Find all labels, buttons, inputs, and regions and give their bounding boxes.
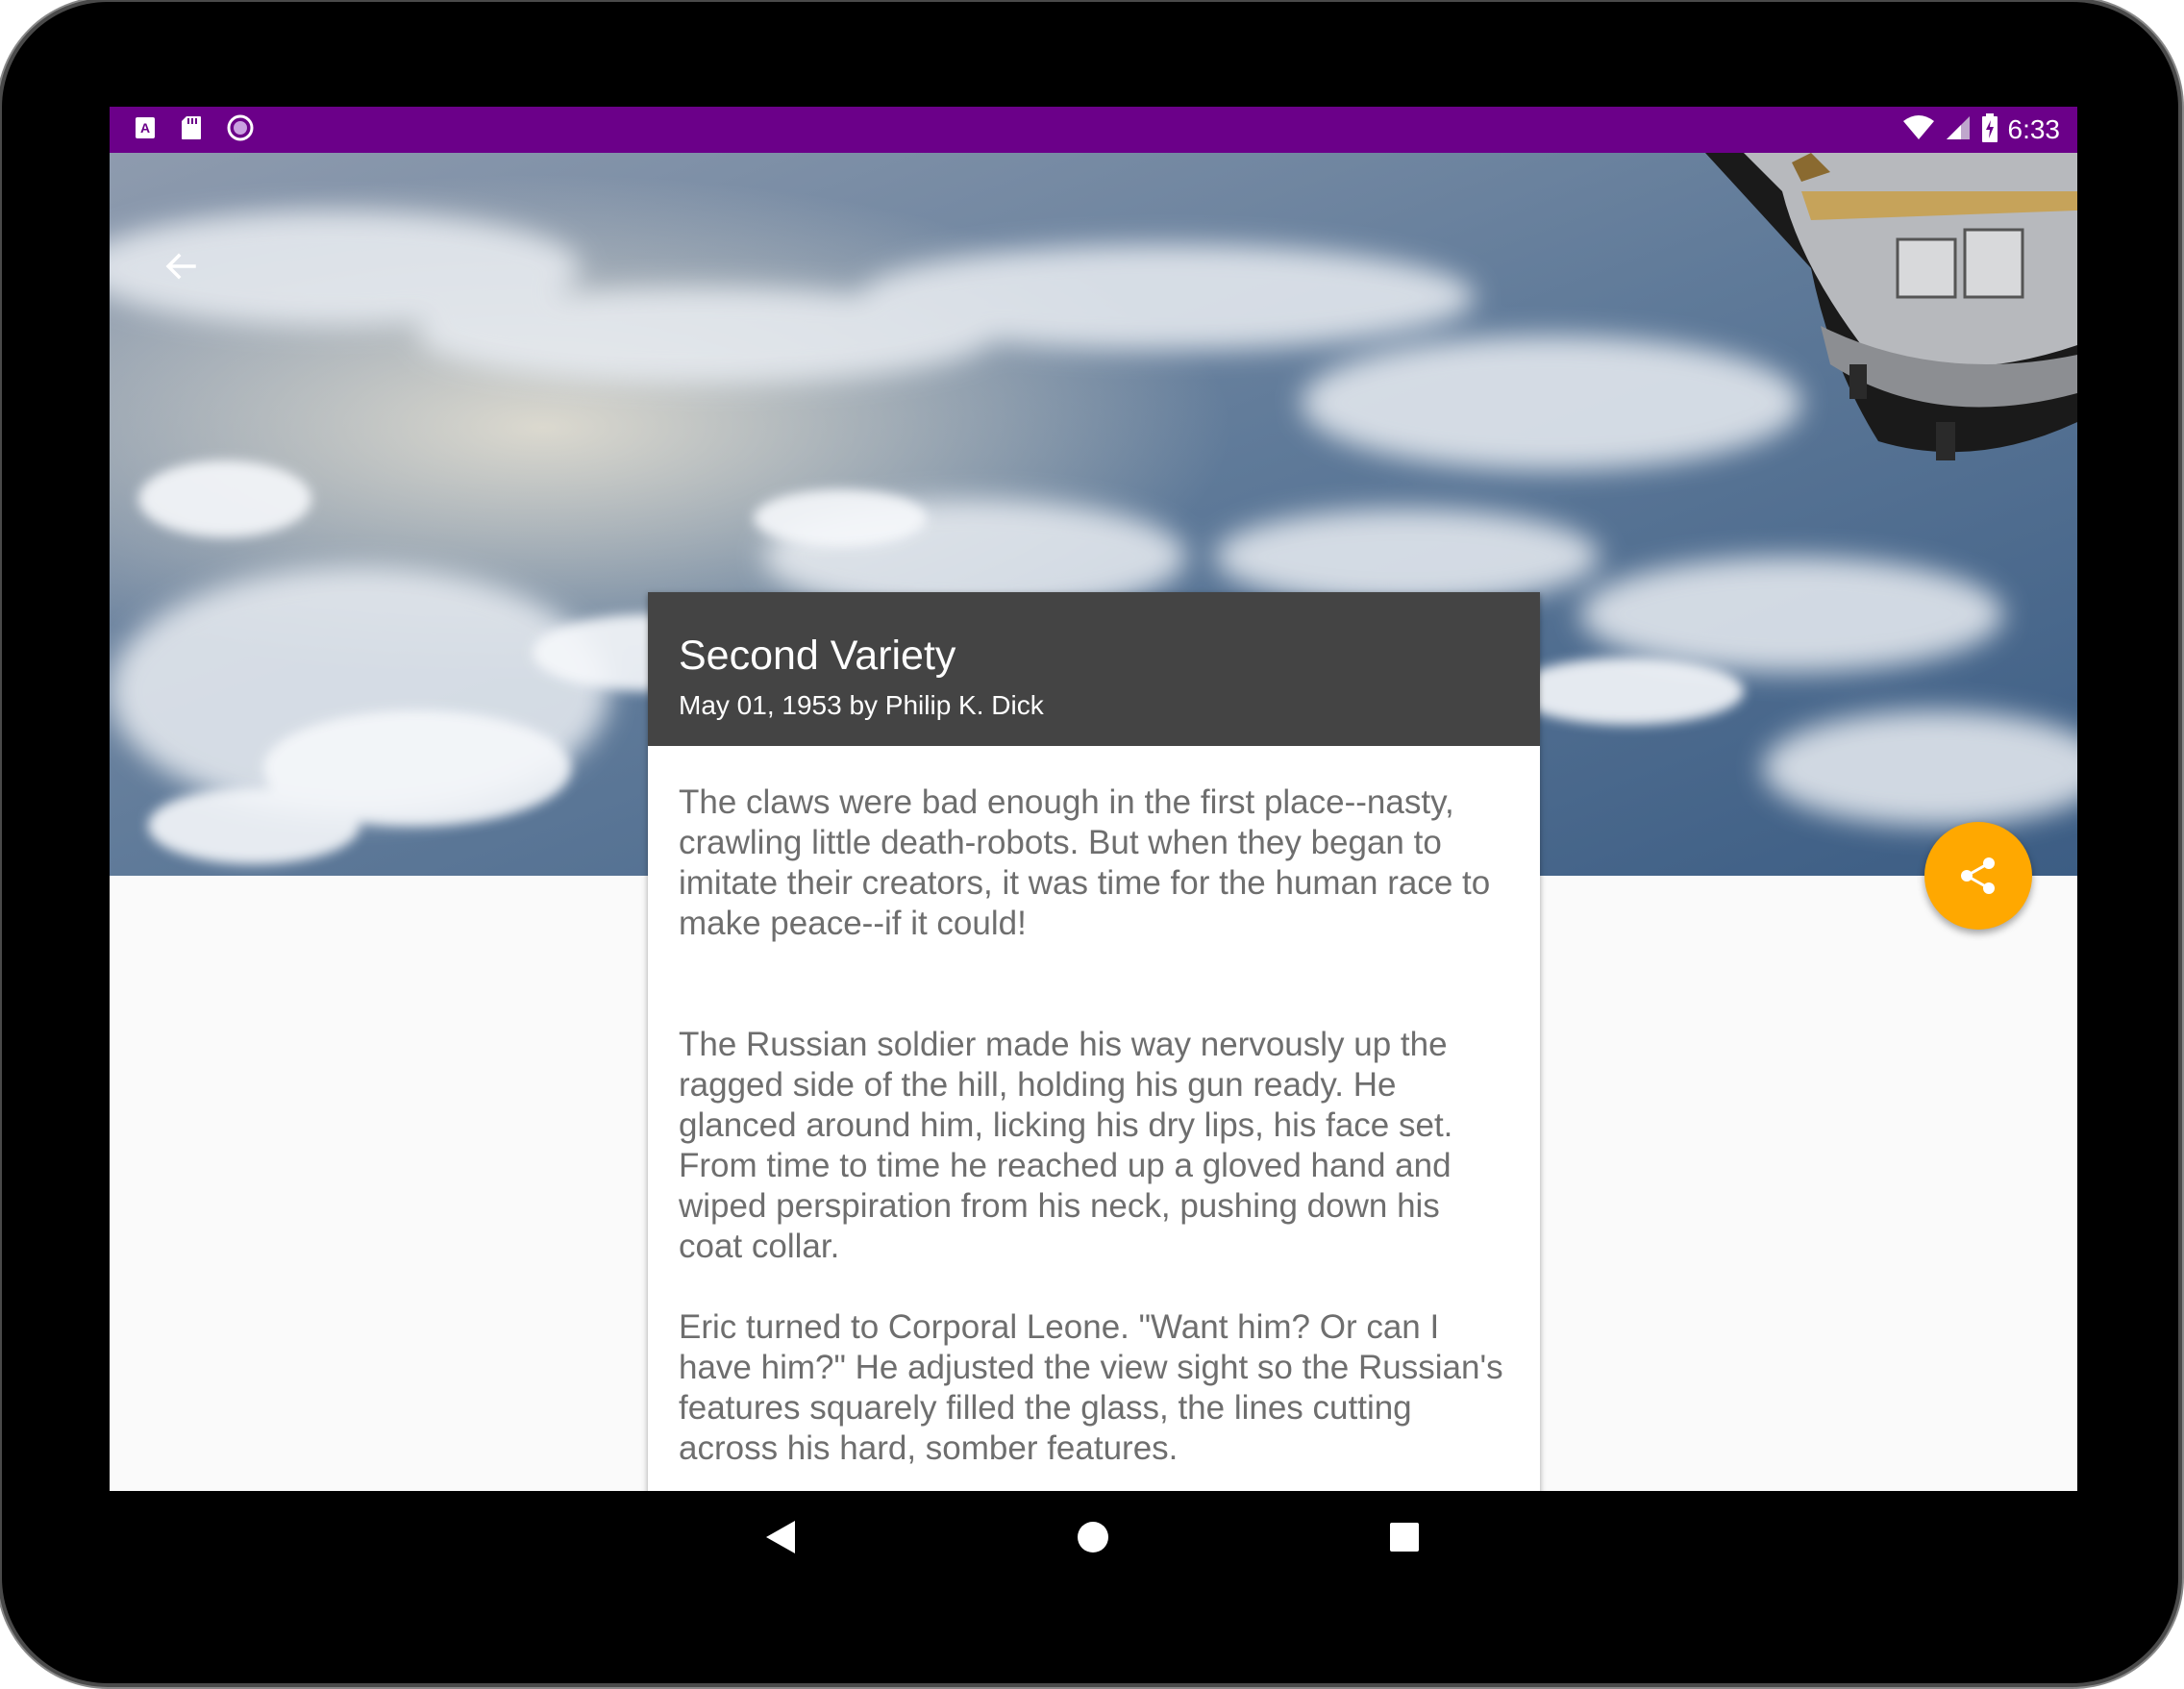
article-body: The claws were bad enough in the first p… [648,746,1540,1469]
nav-back-button[interactable] [748,1504,813,1570]
screenshot-stage: A 6:33 Second Variety May 01, 1953 by Ph… [0,0,2184,1689]
nav-recents-button[interactable] [1372,1504,1437,1570]
nav-home-button[interactable] [1060,1504,1126,1570]
article-header: Second Variety May 01, 1953 by Philip K.… [648,592,1540,746]
status-bar: A 6:33 [110,107,2077,153]
status-bar-system: 6:33 [1902,112,2061,147]
article-card: Second Variety May 01, 1953 by Philip K.… [648,592,1540,1491]
status-bar-notifications: A [135,114,254,144]
battery-charging-icon [1981,112,1998,147]
article-subtitle: May 01, 1953 by Philip K. Dick [679,690,1044,720]
article-paragraph: The claws were bad enough in the first p… [679,783,1491,942]
back-button[interactable] [152,237,210,295]
wifi-icon [1902,114,1935,145]
circle-notification-icon [227,114,254,146]
article-paragraph: The Russian soldier made his way nervous… [679,1026,1453,1265]
share-icon [1961,857,1995,894]
home-circle-icon [1078,1522,1108,1552]
back-triangle-icon [766,1521,795,1553]
recents-square-icon [1390,1523,1419,1552]
system-navigation-bar [110,1491,2077,1583]
sd-card-icon [181,115,202,145]
a-notification-icon: A [135,116,156,144]
article-paragraph: Eric turned to Corporal Leone. "Want him… [679,1308,1503,1467]
arrow-back-icon [165,253,196,280]
share-button[interactable] [1924,822,2032,930]
svg-text:A: A [140,120,150,136]
signal-icon [1945,115,1972,145]
status-time: 6:33 [2007,114,2061,144]
article-title: Second Variety [679,633,956,679]
app-screen: A 6:33 Second Variety May 01, 1953 by Ph… [110,107,2077,1491]
